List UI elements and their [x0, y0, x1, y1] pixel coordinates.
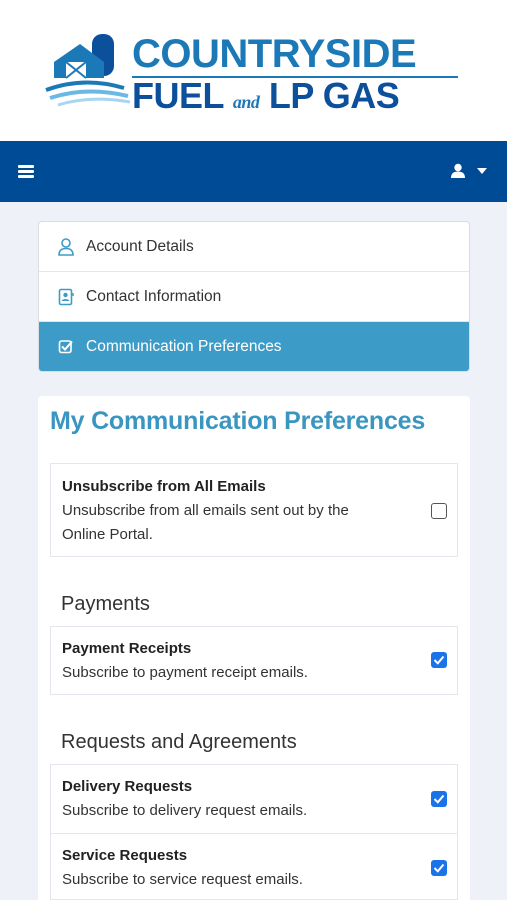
- menu-item-contact-information[interactable]: Contact Information: [39, 272, 469, 322]
- delivery-requests-checkbox[interactable]: [431, 791, 447, 807]
- page-title: My Communication Preferences: [50, 407, 426, 435]
- checkmark-icon: [433, 794, 445, 804]
- checkmark-icon: [433, 655, 445, 665]
- payment-receipts-row: Payment Receipts Subscribe to payment re…: [50, 626, 458, 695]
- menu-item-label: Contact Information: [86, 287, 222, 305]
- service-requests-checkbox[interactable]: [431, 860, 447, 876]
- barn-icon: [45, 34, 131, 107]
- user-menu-toggle[interactable]: [451, 161, 489, 183]
- brand-line1: COUNTRYSIDE: [132, 32, 417, 76]
- pref-description: Subscribe to payment receipt emails.: [62, 664, 308, 681]
- menu-item-label: Communication Preferences: [86, 338, 282, 355]
- header-logo-bar: COUNTRYSIDE FUEL and LP GAS: [0, 0, 507, 141]
- payment-receipts-checkbox[interactable]: [431, 652, 447, 668]
- brand-fuel: FUEL: [132, 75, 224, 116]
- user-outline-icon: [57, 237, 75, 256]
- pref-title: Payment Receipts: [62, 640, 192, 657]
- menu-item-communication-preferences[interactable]: Communication Preferences: [39, 322, 469, 371]
- section-heading-payments: Payments: [61, 593, 150, 615]
- user-icon: [451, 163, 465, 178]
- pref-title: Delivery Requests: [62, 778, 193, 795]
- menu-item-account-details[interactable]: Account Details: [39, 222, 469, 272]
- pref-title: Service Requests: [62, 847, 188, 864]
- countryside-logo[interactable]: COUNTRYSIDE FUEL and LP GAS: [44, 28, 464, 114]
- delivery-requests-row: Delivery Requests Subscribe to delivery …: [50, 764, 458, 834]
- preferences-card: My Communication Preferences Unsubscribe…: [38, 396, 470, 900]
- menu-item-label: Account Details: [86, 237, 194, 255]
- pref-description: Subscribe to service request emails.: [62, 871, 303, 888]
- unsubscribe-all-checkbox[interactable]: [431, 503, 447, 519]
- hamburger-icon[interactable]: [18, 165, 34, 178]
- brand-line2: FUEL and LP GAS: [132, 75, 400, 120]
- pref-description: Unsubscribe from all emails sent out by …: [62, 502, 349, 543]
- checkmark-icon: [433, 863, 445, 873]
- brand-lp-gas: LP GAS: [268, 75, 400, 116]
- service-requests-row: Service Requests Subscribe to service re…: [50, 833, 458, 900]
- pref-title: Unsubscribe from All Emails: [62, 478, 266, 495]
- top-navbar: [0, 141, 507, 202]
- account-menu: Account Details Contact Information Comm…: [38, 221, 470, 372]
- caret-down-icon: [477, 168, 487, 174]
- checkbox-icon: [57, 338, 75, 356]
- pref-description: Subscribe to delivery request emails.: [62, 802, 308, 819]
- contact-card-icon: [57, 288, 75, 306]
- unsubscribe-all-row: Unsubscribe from All Emails Unsubscribe …: [50, 463, 458, 557]
- section-heading-requests: Requests and Agreements: [61, 731, 297, 753]
- brand-and: and: [232, 92, 260, 112]
